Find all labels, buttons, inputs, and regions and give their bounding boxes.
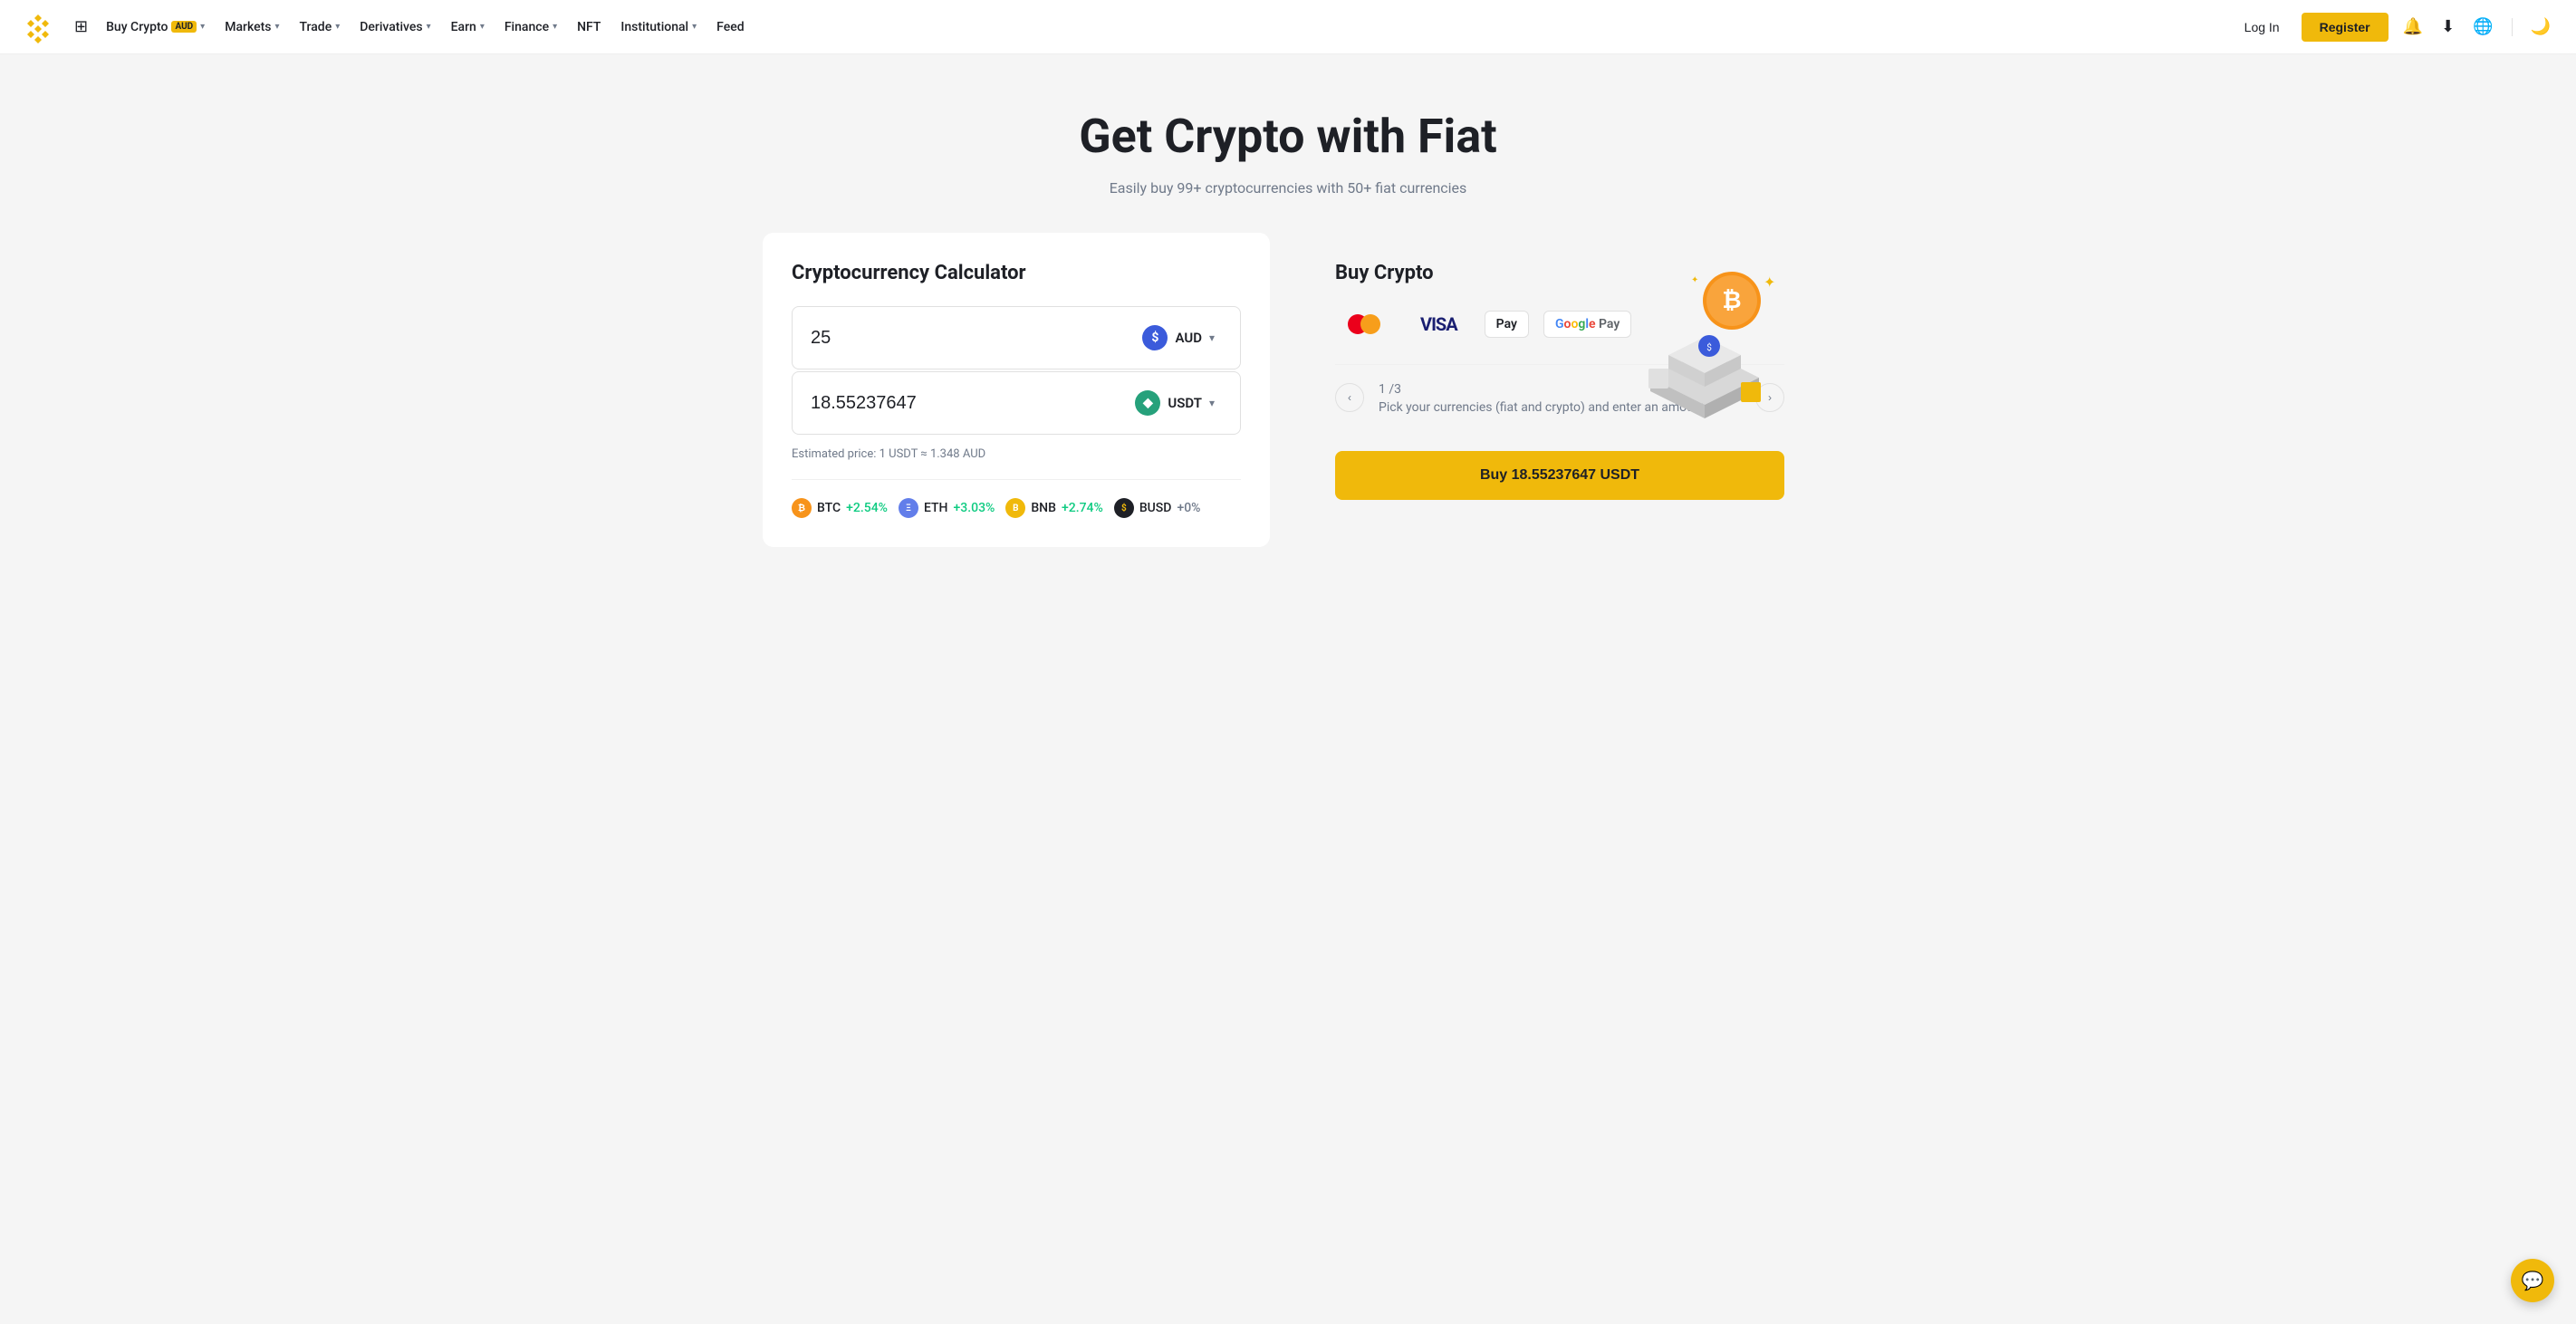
googlepay-logo-text: Google Pay (1555, 317, 1620, 331)
crypto-tag-bnb[interactable]: B BNB +2.74% (1005, 498, 1102, 518)
mastercard-logo (1348, 314, 1380, 334)
hero-section: Get Crypto with Fiat Easily buy 99+ cryp… (0, 54, 2576, 233)
crypto-tag-busd[interactable]: $ BUSD +0% (1114, 498, 1201, 518)
estimated-price: Estimated price: 1 USDT ≈ 1.348 AUD (792, 437, 1241, 480)
to-amount-input[interactable] (811, 393, 1128, 414)
nav-item-buy-crypto[interactable]: Buy Crypto AUD ▾ (97, 14, 214, 40)
nav-item-derivatives[interactable]: Derivatives ▾ (351, 14, 439, 40)
from-currency-selector[interactable]: $ AUD ▾ (1135, 321, 1222, 354)
grid-menu-button[interactable]: ⊞ (69, 12, 93, 42)
eth-icon: Ξ (899, 498, 918, 518)
buy-button[interactable]: Buy 18.55237647 USDT (1335, 451, 1784, 500)
crypto-tag-eth[interactable]: Ξ ETH +3.03% (899, 498, 995, 518)
nav-item-earn[interactable]: Earn ▾ (442, 14, 494, 40)
aud-currency-icon: $ (1142, 325, 1168, 350)
to-currency-label: USDT (1168, 395, 1202, 411)
download-icon[interactable]: ⬇ (2437, 14, 2458, 40)
svg-text:✦: ✦ (1764, 273, 1775, 291)
from-amount-input[interactable] (811, 328, 1135, 349)
dark-mode-toggle[interactable]: 🌙 (2527, 14, 2554, 40)
btc-icon: ₿ (792, 498, 812, 518)
chevron-down-icon: ▾ (427, 22, 431, 32)
crypto-illustration: ₿ $ ✦ ✦ (1614, 251, 1795, 432)
busd-icon: $ (1114, 498, 1134, 518)
from-currency-chevron-icon: ▾ (1209, 331, 1215, 344)
nav-item-markets[interactable]: Markets ▾ (216, 14, 288, 40)
svg-text:$: $ (1706, 341, 1712, 353)
svg-text:₿: ₿ (1722, 287, 1741, 314)
chevron-down-icon: ▾ (200, 22, 205, 32)
calculator-title: Cryptocurrency Calculator (792, 262, 1241, 284)
hero-title: Get Crypto with Fiat (18, 109, 2558, 165)
bnb-change: +2.74% (1062, 501, 1103, 515)
visa-logo-text: VISA (1420, 313, 1457, 335)
chevron-down-icon: ▾ (553, 22, 557, 32)
hero-subtitle: Easily buy 99+ cryptocurrencies with 50+… (18, 179, 2558, 197)
chevron-down-icon: ▾ (274, 22, 279, 32)
btc-change: +2.54% (846, 501, 888, 515)
nav-item-trade[interactable]: Trade ▾ (291, 14, 350, 40)
chevron-down-icon: ▾ (692, 22, 697, 32)
notification-bell-icon[interactable]: 🔔 (2399, 14, 2427, 40)
chevron-down-icon: ▾ (480, 22, 485, 32)
step-prev-button[interactable]: ‹ (1335, 383, 1364, 412)
chat-button[interactable]: 💬 (2511, 1259, 2554, 1302)
nav-item-institutional[interactable]: Institutional ▾ (611, 14, 706, 40)
to-currency-selector[interactable]: ◆ USDT ▾ (1128, 387, 1222, 419)
visa-payment-icon: VISA (1408, 306, 1470, 342)
nav-links: Buy Crypto AUD ▾ Markets ▾ Trade ▾ Deriv… (97, 14, 2230, 40)
to-input-row: ◆ USDT ▾ (792, 371, 1241, 435)
busd-label: BUSD (1139, 501, 1172, 515)
buy-crypto-card: Buy Crypto VISA Pay Google Pay (1306, 233, 1813, 529)
nav-item-feed[interactable]: Feed (707, 14, 753, 40)
eth-change: +3.03% (954, 501, 995, 515)
login-button[interactable]: Log In (2234, 14, 2291, 40)
main-content: Cryptocurrency Calculator $ AUD ▾ ◆ USDT… (745, 233, 1831, 601)
to-currency-chevron-icon: ▾ (1209, 397, 1215, 409)
eth-label: ETH (924, 501, 948, 515)
svg-text:✦: ✦ (1691, 275, 1698, 285)
nav-divider (2512, 18, 2513, 36)
register-button[interactable]: Register (2302, 13, 2389, 42)
nav-item-nft[interactable]: NFT (568, 14, 610, 40)
nav-item-finance[interactable]: Finance ▾ (495, 14, 566, 40)
busd-change: +0% (1177, 501, 1200, 515)
crypto-tag-btc[interactable]: ₿ BTC +2.54% (792, 498, 888, 518)
crypto-tags: ₿ BTC +2.54% Ξ ETH +3.03% B BNB +2.74% $… (792, 498, 1241, 518)
usdt-currency-icon: ◆ (1135, 390, 1160, 416)
navbar: ⊞ Buy Crypto AUD ▾ Markets ▾ Trade ▾ Der… (0, 0, 2576, 54)
nav-right: Log In Register 🔔 ⬇ 🌐 🌙 (2234, 13, 2554, 42)
from-input-row: $ AUD ▾ (792, 306, 1241, 369)
bnb-label: BNB (1031, 501, 1056, 515)
bnb-icon: B (1005, 498, 1025, 518)
mc-orange-circle (1360, 314, 1380, 334)
binance-logo-icon (22, 11, 54, 43)
globe-icon[interactable]: 🌐 (2469, 14, 2496, 40)
applepay-payment-icon: Pay (1485, 311, 1529, 338)
logo[interactable] (22, 11, 54, 43)
mastercard-payment-icon (1335, 307, 1393, 341)
from-currency-label: AUD (1175, 330, 1202, 346)
applepay-logo-text: Pay (1496, 317, 1517, 331)
btc-label: BTC (817, 501, 841, 515)
crypto-stack-svg: ₿ $ ✦ ✦ (1614, 251, 1795, 432)
chevron-down-icon: ▾ (335, 22, 340, 32)
calculator-card: Cryptocurrency Calculator $ AUD ▾ ◆ USDT… (763, 233, 1270, 547)
